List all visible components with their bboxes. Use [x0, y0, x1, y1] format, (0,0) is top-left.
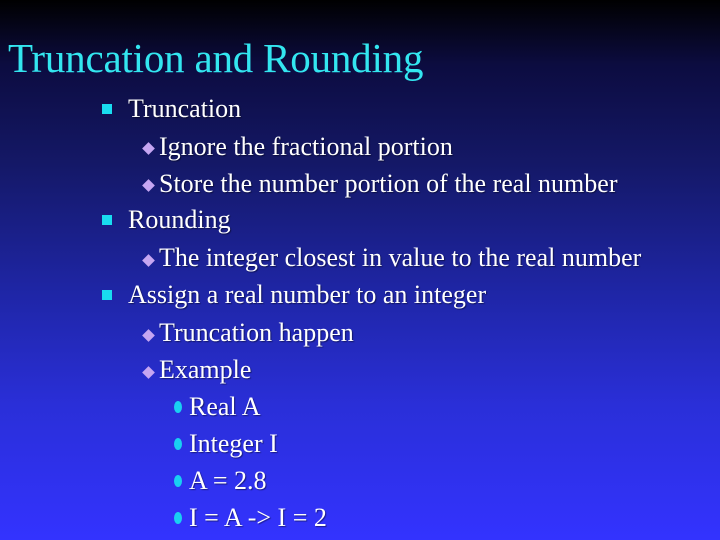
sub-bullet-example: Example	[159, 355, 252, 384]
square-bullet-icon	[102, 290, 112, 300]
bullet-assign-real-to-integer: Assign a real number to an integer	[128, 280, 487, 309]
drop-bullet-icon	[174, 475, 182, 487]
bullet-rounding: Rounding	[128, 205, 231, 234]
example-assignment-result: I = A -> I = 2	[189, 503, 327, 532]
square-bullet-icon	[102, 104, 112, 114]
slide-title: Truncation and Rounding	[8, 35, 424, 81]
drop-bullet-icon	[174, 438, 182, 450]
example-integer-i: Integer I	[189, 429, 278, 458]
diamond-bullet-icon	[142, 366, 155, 379]
example-a-value: A = 2.8	[189, 466, 267, 495]
diamond-bullet-icon	[142, 179, 155, 192]
bullet-truncation: Truncation	[128, 94, 242, 123]
sub-bullet-store-number: Store the number portion of the real num…	[159, 169, 618, 198]
example-real-a: Real A	[189, 392, 261, 421]
diamond-bullet-icon	[142, 254, 155, 267]
drop-bullet-icon	[174, 401, 182, 413]
square-bullet-icon	[102, 215, 112, 225]
diamond-bullet-icon	[142, 329, 155, 342]
sub-bullet-closest-integer: The integer closest in value to the real…	[159, 243, 642, 272]
diamond-bullet-icon	[142, 142, 155, 155]
drop-bullet-icon	[174, 512, 182, 524]
sub-bullet-ignore-fractional: Ignore the fractional portion	[159, 132, 453, 161]
sub-bullet-truncation-happen: Truncation happen	[159, 318, 354, 347]
